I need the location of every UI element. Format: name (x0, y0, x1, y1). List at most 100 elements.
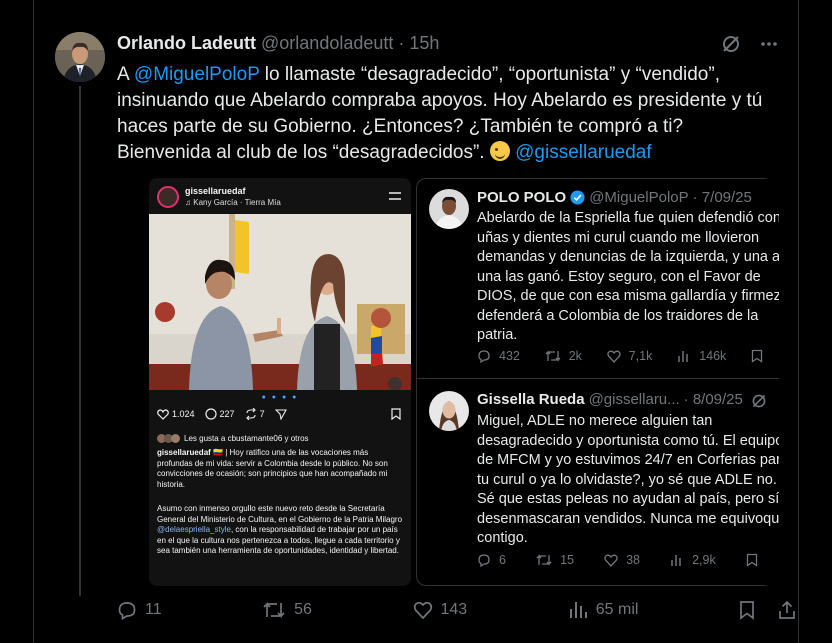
ig-caption-2: Asumo con inmenso orgullo este nuevo ret… (157, 504, 405, 557)
quote1-likes: 7,1k (607, 349, 652, 363)
ig-liker-avatar (171, 434, 180, 443)
retweet-icon (545, 350, 561, 362)
ig-liked-by-text: Les gusta a cbustamante06 y otros (184, 434, 309, 443)
author-name[interactable]: Orlando Ladeutt (117, 33, 256, 53)
quote2-retweets: 15 (536, 553, 574, 567)
tweet[interactable]: Orlando Ladeutt @orlandoladeutt · 15h A … (33, 0, 799, 643)
tweet-text: A @MiguelPoloP lo llamaste “desagradecid… (117, 62, 777, 166)
views-icon (671, 555, 681, 566)
mention-link[interactable]: @MiguelPoloP (134, 64, 260, 85)
quote-divider (417, 378, 779, 379)
ig-carousel-dots: ● ● ● ● (261, 394, 299, 401)
quote2-handle: @gissellaru... (588, 391, 680, 408)
bookmark-share-group (739, 600, 797, 620)
quote2-header-icons (751, 393, 779, 409)
ig-caption: gissellaruedaf 🇨🇴 | Hoy ratifico una de … (157, 448, 405, 490)
quote1-retweets: 2k (545, 349, 582, 363)
reply-button[interactable]: 11 (117, 600, 162, 620)
quote1-reply-count: 432 (499, 349, 520, 363)
bookmark-icon (740, 601, 754, 620)
mention-link[interactable]: @gissellaruedaf (515, 142, 652, 163)
thread-line (79, 86, 81, 596)
quote2-retweet-count: 15 (560, 553, 574, 567)
ig-actions: 1.024 227 7 (157, 408, 287, 420)
tweet-header: Orlando Ladeutt @orlandoladeutt · 15h (117, 33, 439, 54)
heart-icon (157, 408, 169, 420)
avatar[interactable] (55, 32, 105, 82)
ig-comment: 227 (204, 408, 235, 420)
share-icon (779, 600, 795, 619)
bookmark-button[interactable] (739, 600, 755, 620)
ig-photo (149, 214, 411, 390)
winking-face-emoji-icon (489, 141, 510, 161)
ig-save-icon (391, 408, 401, 420)
ig-like: 1.024 (157, 408, 195, 420)
ig-reposts-count: 7 (259, 409, 265, 419)
ig-caption-text: Asumo con inmenso orgullo este nuevo ret… (157, 504, 403, 524)
quote1-header: POLO POLO @MiguelPoloP · 7/09/25 (477, 189, 752, 206)
ig-liked-by: Les gusta a cbustamante06 y otros (157, 434, 309, 443)
more-options-icon[interactable] (759, 34, 779, 54)
quote2-likes: 38 (604, 553, 640, 567)
ig-repost: 7 (245, 408, 265, 420)
quote2-replies: 6 (477, 553, 506, 567)
ig-music: ♫ Kany García · Tierra Mía (185, 198, 281, 207)
quote1-date: · 7/09/25 (692, 189, 752, 206)
quote2-reply-count: 6 (499, 553, 506, 567)
views-button[interactable]: 65 mil (568, 600, 639, 620)
repost-icon (245, 408, 256, 420)
quote1-avatar (429, 189, 469, 229)
tweet-time[interactable]: · 15h (398, 33, 439, 53)
quote2-text: Miguel, ADLE no merece alguien tan desag… (477, 413, 779, 546)
quote2-actions: 6 15 38 2,9k (477, 553, 779, 567)
ig-username: gissellaruedaf (185, 186, 246, 196)
tweet-media[interactable]: gissellaruedaf ♫ Kany García · Tierra Mí… (117, 178, 779, 586)
quote2-name: Gissella Rueda (477, 391, 585, 408)
quote1-text: Abelardo de la Espriella fue quien defen… (477, 210, 779, 343)
comment-icon (204, 408, 217, 420)
heart-icon (607, 350, 621, 363)
retweet-icon (263, 601, 285, 619)
instagram-screenshot[interactable]: gissellaruedaf ♫ Kany García · Tierra Mí… (149, 178, 411, 586)
quote2-avatar (429, 391, 469, 431)
quoted-tweets-screenshot[interactable]: POLO POLO @MiguelPoloP · 7/09/25 𝕏 Abela… (416, 178, 779, 586)
quote2-date: · 8/09/25 (683, 391, 743, 408)
reply-icon (478, 554, 490, 567)
author-handle[interactable]: @orlandoladeutt (261, 33, 393, 53)
ig-avatar (157, 186, 179, 208)
view-count: 65 mil (595, 601, 639, 618)
verified-badge-icon (570, 190, 585, 205)
send-icon (274, 409, 287, 420)
quote1-replies: 432 (477, 349, 520, 363)
grok-icon (752, 394, 766, 408)
heart-icon (413, 601, 432, 619)
quote2-like-count: 38 (626, 553, 640, 567)
music-note-icon: ♫ (185, 198, 194, 207)
ig-caption-user: gissellaruedaf (157, 448, 211, 457)
quote1-handle: @MiguelPoloP (589, 189, 689, 206)
quote2-header: Gissella Rueda @gissellaru... · 8/09/25 (477, 391, 743, 408)
views-icon (569, 602, 587, 618)
quote1-actions: 432 2k 7,1k 146k (477, 349, 779, 363)
ig-likes-count: 1.024 (172, 409, 195, 419)
share-button[interactable] (777, 600, 797, 620)
retweet-count: 56 (294, 601, 312, 618)
views-icon (678, 351, 688, 362)
ig-menu-icon (389, 192, 401, 200)
quote2-views: 2,9k (670, 553, 716, 567)
retweet-icon (536, 554, 552, 566)
bookmark-icon (751, 349, 763, 363)
quote1-name: POLO POLO (477, 189, 567, 206)
retweet-button[interactable]: 56 (262, 600, 312, 620)
grok-icon[interactable] (721, 34, 741, 54)
tweet-text-part: A (117, 64, 134, 85)
reply-icon (478, 350, 490, 363)
reply-icon (118, 602, 136, 620)
header-icons (721, 34, 779, 54)
heart-icon (604, 554, 618, 567)
ig-music-label: Kany García · Tierra Mía (193, 198, 281, 207)
quote1-retweet-count: 2k (568, 349, 582, 363)
like-button[interactable]: 143 (413, 601, 467, 620)
quote2-view-count: 2,9k (692, 553, 716, 567)
quote1-view-count: 146k (699, 349, 727, 363)
